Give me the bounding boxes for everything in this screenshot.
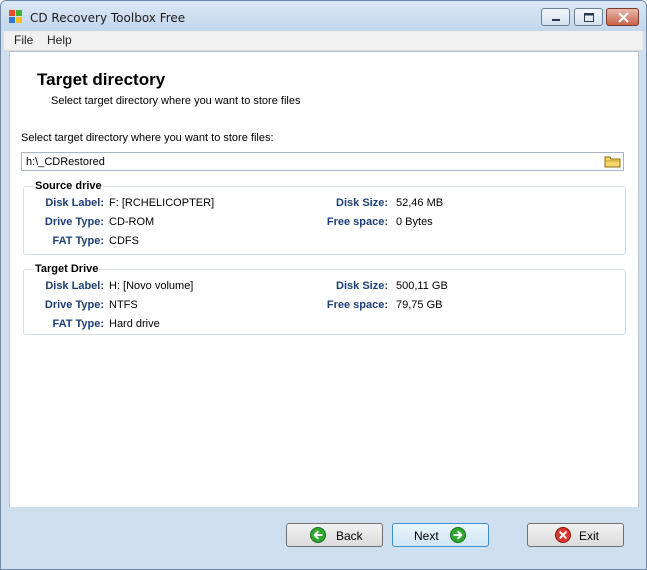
minimize-icon	[552, 19, 560, 21]
maximize-button[interactable]	[574, 8, 603, 26]
target-free-space-label: Free space:	[326, 299, 388, 311]
source-disk-label-value: F: [RCHELICOPTER]	[109, 197, 215, 209]
back-arrow-icon	[310, 527, 326, 543]
exit-button[interactable]: Exit	[527, 523, 624, 547]
source-fat-type-label: FAT Type:	[52, 235, 104, 247]
source-disk-size-value: 52,46 MB	[396, 197, 444, 209]
close-button[interactable]	[606, 8, 639, 26]
target-drive-type-label: Drive Type:	[44, 299, 104, 311]
app-icon	[9, 10, 23, 24]
title-bar[interactable]: CD Recovery Toolbox Free	[1, 1, 646, 31]
app-window: CD Recovery Toolbox Free File Help Targe…	[0, 0, 647, 570]
page-title: Target directory	[37, 70, 166, 89]
exit-x-icon	[555, 527, 571, 543]
target-fat-type-label: FAT Type:	[52, 318, 104, 330]
folder-icon	[604, 156, 621, 168]
source-disk-size-label: Disk Size:	[336, 197, 388, 209]
target-disk-size-value: 500,11 GB	[396, 280, 448, 292]
menu-help[interactable]: Help	[47, 33, 72, 47]
source-drive-type-value: CD-ROM	[109, 216, 155, 228]
target-directory-value: h:\_CDRestored	[26, 156, 105, 168]
target-drive-group: Target Drive Disk Label: H: [Novo volume…	[23, 263, 626, 335]
exit-button-label: Exit	[579, 529, 600, 543]
maximize-icon	[584, 13, 594, 22]
menu-file[interactable]: File	[14, 33, 33, 47]
button-bar: Back Next Exit	[1, 507, 646, 569]
wizard-page: Target directory Select target directory…	[9, 51, 639, 508]
source-free-space-value: 0 Bytes	[396, 216, 433, 228]
target-fat-type-value: Hard drive	[109, 318, 160, 330]
target-directory-prompt: Select target directory where you want t…	[21, 132, 274, 144]
page-subtitle: Select target directory where you want t…	[51, 95, 301, 107]
menu-bar: File Help	[4, 31, 643, 51]
source-drive-type-label: Drive Type:	[44, 216, 104, 228]
target-disk-size-label: Disk Size:	[336, 280, 388, 292]
target-disk-label-value: H: [Novo volume]	[109, 280, 194, 292]
window-title: CD Recovery Toolbox Free	[30, 11, 186, 25]
next-button-label: Next	[414, 529, 439, 543]
next-button[interactable]: Next	[392, 523, 489, 547]
back-button[interactable]: Back	[286, 523, 383, 547]
target-disk-label-label: Disk Label:	[45, 280, 104, 292]
browse-folder-button[interactable]	[604, 154, 622, 169]
target-free-space-value: 79,75 GB	[396, 299, 443, 311]
minimize-button[interactable]	[541, 8, 570, 26]
source-free-space-label: Free space:	[326, 216, 388, 228]
next-arrow-icon	[450, 527, 466, 543]
close-icon	[618, 12, 629, 23]
source-fat-type-value: CDFS	[109, 235, 139, 247]
target-directory-input[interactable]: h:\_CDRestored	[21, 152, 624, 171]
target-drive-title: Target Drive	[34, 263, 100, 275]
back-button-label: Back	[336, 529, 363, 543]
target-drive-type-value: NTFS	[109, 299, 138, 311]
source-drive-title: Source drive	[34, 180, 103, 192]
source-disk-label-label: Disk Label:	[45, 197, 104, 209]
source-drive-group: Source drive Disk Label: F: [RCHELICOPTE…	[23, 180, 626, 255]
